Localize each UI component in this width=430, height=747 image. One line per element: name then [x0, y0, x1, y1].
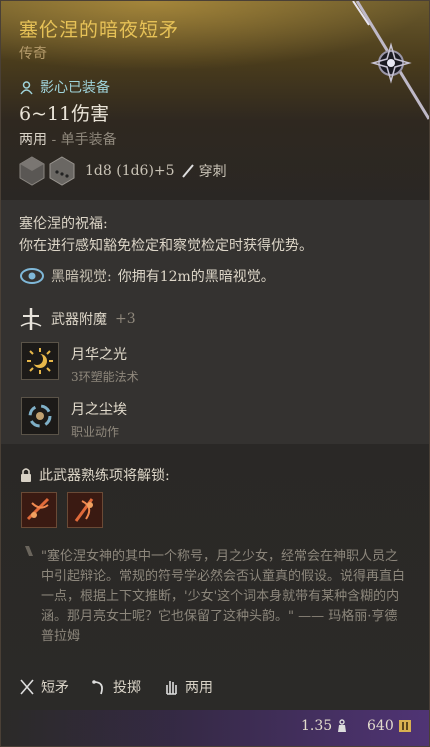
spell-desc: 3环塑能法术 — [71, 370, 139, 384]
damage-range: 6~11伤害 — [19, 103, 110, 125]
gold-icon — [398, 720, 411, 732]
damage-dice: 1d8 (1d6)+5 穿刺 — [19, 156, 227, 186]
darkvision-row[interactable]: 黑暗视觉: 你拥有12m的黑暗视觉。 — [19, 265, 275, 287]
moonbeam-icon — [21, 342, 59, 380]
enchant-bonus: +3 — [115, 311, 136, 327]
weapon-skill-icon[interactable] — [21, 492, 57, 528]
pierce-icon — [181, 164, 194, 178]
dice-formula: 1d8 (1d6)+5 — [85, 163, 175, 179]
quote-icon — [25, 546, 33, 556]
lock-icon — [21, 468, 31, 482]
blessing-title: 塞伦涅的祝福: — [19, 216, 108, 232]
handedness-label: 两用 — [19, 132, 47, 148]
spear-artwork — [352, 1, 429, 120]
versatile-hand-icon — [166, 681, 177, 695]
property-label: 两用 — [185, 680, 213, 696]
property-label: 短矛 — [41, 680, 69, 696]
weight-value: 1.35 — [301, 718, 333, 734]
darkvision-icon — [20, 268, 44, 284]
enchant-icon — [20, 308, 42, 330]
dice-icon — [49, 156, 75, 186]
handedness-sub: - 单手装备 — [51, 132, 117, 148]
handedness: 两用 - 单手装备 — [19, 129, 117, 149]
item-price: 640 — [367, 718, 412, 734]
equipped-status: 影心已装备 — [19, 77, 110, 97]
spell-moondust[interactable]: 月之尘埃 职业动作 — [21, 397, 127, 440]
property-label: 投掷 — [113, 680, 141, 696]
item-title: 塞伦涅的暗夜短矛 — [19, 19, 180, 41]
dice-icon — [19, 156, 45, 186]
shadowheart-equipped-icon — [20, 80, 33, 94]
moondust-icon — [21, 397, 59, 435]
proficiency-unlock: 此武器熟练项将解锁: — [19, 465, 170, 485]
spear-icon — [20, 679, 34, 695]
throw-icon — [92, 680, 103, 695]
spell-moonbeam[interactable]: 月华之光 3环塑能法术 — [21, 342, 139, 385]
blessing-text: 你在进行感知豁免检定和察觉检定时获得优势。 — [19, 238, 313, 254]
weapon-properties: 短矛 投掷 两用 — [19, 677, 213, 697]
tooltip-footer — [1, 710, 429, 746]
darkvision-text: 你拥有12m的黑暗视觉。 — [117, 269, 275, 285]
spell-desc: 职业动作 — [71, 425, 120, 439]
spell-name: 月华之光 — [71, 347, 127, 363]
flavor-quote: "塞伦涅女神的其中一个称号，月之少女，经常会在神职人员之中引起辩论。常规的符号学… — [41, 549, 406, 644]
darkvision-label: 黑暗视觉: — [51, 269, 112, 285]
weight-icon — [338, 719, 347, 732]
unlock-title: 此武器熟练项将解锁: — [39, 468, 170, 484]
item-weight: 1.35 — [301, 718, 348, 734]
damage-type: 穿刺 — [198, 164, 227, 180]
spell-name: 月之尘埃 — [71, 402, 127, 418]
price-value: 640 — [367, 718, 394, 734]
equipped-label: 影心已装备 — [40, 80, 110, 96]
enchantment-row[interactable]: 武器附魔 +3 — [19, 306, 136, 332]
item-tooltip: 塞伦涅的暗夜短矛 传奇 影心已装备 6~11伤害 两用 - 单手装备 1d8 (… — [0, 0, 430, 747]
enchant-label: 武器附魔 — [51, 312, 107, 328]
weapon-skill-icon[interactable] — [67, 492, 103, 528]
item-rarity: 传奇 — [19, 46, 47, 62]
